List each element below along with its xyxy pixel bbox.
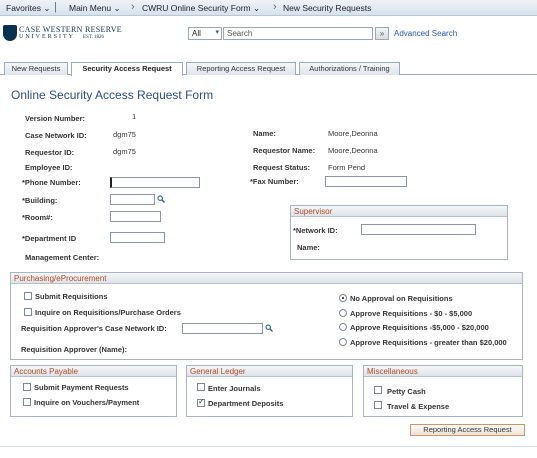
logo-text: UNIVERSITY <box>19 34 75 40</box>
chevron-down-icon: ⌄ <box>43 3 51 13</box>
search-icon[interactable] <box>265 324 273 332</box>
requestor-name-value: Moore,Deonna <box>328 146 378 155</box>
request-status-value: Form Pend <box>328 163 366 172</box>
submit-requisitions-label: Submit Requisitions <box>35 292 108 301</box>
approver-name-label: Requisition Approver (Name): <box>21 345 127 354</box>
search-scope-select[interactable]: All ▾ <box>188 27 222 40</box>
fax-number-input[interactable] <box>325 176 407 187</box>
tab-security-access-request[interactable]: Security Access Request <box>71 62 183 76</box>
submit-requisitions-checkbox[interactable] <box>24 292 32 300</box>
petty-cash-label: Petty Cash <box>387 387 426 396</box>
version-label: Version Number: <box>25 114 86 123</box>
page-title: Online Security Access Request Form <box>11 88 214 102</box>
request-status-label: Request Status: <box>253 163 311 172</box>
search-input[interactable]: Search <box>223 27 373 40</box>
favorites-menu[interactable]: Favorites ⌄ <box>6 3 50 14</box>
chevron-down-icon: ⌄ <box>113 3 121 13</box>
requestor-id-value: dgm75 <box>113 147 136 156</box>
case-network-id-value: dgm75 <box>113 130 136 139</box>
name-value: Moore,Deonna <box>328 129 378 138</box>
radio-approve-0-5000[interactable] <box>339 309 347 317</box>
submit-payment-requests-label: Submit Payment Requests <box>34 383 129 392</box>
logo-text: EST. 1826 <box>83 35 105 40</box>
radio-approve-over-20000[interactable] <box>339 338 347 346</box>
radio-approve-5000-20000[interactable] <box>339 323 347 331</box>
chevron-down-icon: ⌄ <box>253 3 261 13</box>
phone-number-label: *Phone Number: <box>22 178 81 187</box>
breadcrumb-arrow-icon: › <box>273 1 277 13</box>
chevron-down-icon: ▾ <box>215 29 219 36</box>
accounts-payable-header: Accounts Payable <box>11 366 176 377</box>
advanced-search-link[interactable]: Advanced Search <box>394 29 457 38</box>
radio-approve-5000-20000-label: Approve Requisitions -$5,000 - $20,000 <box>350 323 489 332</box>
building-input[interactable] <box>110 194 155 205</box>
reporting-access-request-button[interactable]: Reporting Access Request <box>410 424 525 436</box>
room-input[interactable] <box>110 211 161 222</box>
search-icon[interactable] <box>157 195 165 203</box>
footer-divider <box>0 446 537 447</box>
breadcrumb-label: CWRU Online Security Form <box>142 3 251 13</box>
building-label: *Building: <box>22 196 58 205</box>
supervisor-network-id-label: *Network ID: <box>293 226 338 235</box>
radio-no-approval[interactable] <box>339 294 347 302</box>
submit-payment-requests-checkbox[interactable] <box>23 383 31 391</box>
main-menu[interactable]: Main Menu ⌄ <box>69 3 121 14</box>
search-go-button[interactable]: » <box>375 27 389 40</box>
inquire-requisitions-checkbox[interactable] <box>24 308 32 316</box>
case-network-id-label: Case Network ID: <box>25 131 87 140</box>
department-id-input[interactable] <box>110 232 165 243</box>
travel-expense-checkbox[interactable] <box>374 401 382 409</box>
main-menu-label: Main Menu <box>69 3 112 13</box>
inquire-vouchers-label: Inquire on Vouchers/Payment <box>34 398 140 407</box>
enter-journals-label: Enter Journals <box>208 384 261 393</box>
seal-icon <box>3 25 17 41</box>
phone-number-input[interactable] <box>110 177 200 188</box>
favorites-label: Favorites <box>6 3 41 13</box>
miscellaneous-header: Miscellaneous <box>364 366 522 377</box>
management-center-label: Management Center: <box>25 253 100 262</box>
name-label: Name: <box>253 129 276 138</box>
approver-id-input[interactable] <box>182 323 263 334</box>
enter-journals-checkbox[interactable] <box>197 383 205 391</box>
breadcrumb-new-security-requests[interactable]: New Security Requests <box>283 3 371 13</box>
department-deposits-checkbox[interactable] <box>197 397 205 407</box>
inquire-requisitions-label: Inquire on Requisitions/Purchase Orders <box>35 308 181 317</box>
department-id-label: *Department ID <box>22 234 77 243</box>
top-nav-bar: Favorites ⌄ | Main Menu ⌄ › CWRU Online … <box>0 0 537 16</box>
supervisor-name-label: Name: <box>297 243 320 252</box>
purchasing-header: Purchasing/eProcurement <box>11 273 522 284</box>
separator-icon: | <box>54 1 57 13</box>
general-ledger-header: General Ledger <box>187 366 352 377</box>
supervisor-header: Supervisor <box>291 206 507 217</box>
inquire-vouchers-checkbox[interactable] <box>23 398 31 406</box>
requestor-id-label: Requestor ID: <box>25 148 75 157</box>
department-deposits-label: Department Deposits <box>208 399 284 408</box>
radio-approve-over-20000-label: Approve Requisitions - greater than $20,… <box>350 338 507 347</box>
fax-number-label: *Fax Number: <box>250 177 299 186</box>
employee-id-label: Employee ID: <box>25 163 73 172</box>
tab-new-requests[interactable]: New Requests <box>4 62 68 75</box>
radio-no-approval-label: No Approval on Requisitions <box>350 294 453 303</box>
tab-authorizations-training[interactable]: Authorizations / Training <box>299 62 400 75</box>
supervisor-network-id-input[interactable] <box>361 224 476 235</box>
tab-reporting-access-request[interactable]: Reporting Access Request <box>186 62 296 75</box>
requestor-name-label: Requestor Name: <box>253 146 316 155</box>
petty-cash-checkbox[interactable] <box>374 386 382 394</box>
radio-approve-0-5000-label: Approve Requisitions - $0 - $5,000 <box>350 309 473 318</box>
search-scope-value: All <box>192 29 201 38</box>
breadcrumb-arrow-icon: › <box>131 1 135 13</box>
logo-text: CASE WESTERN RESERVE <box>19 25 122 34</box>
approver-id-label: Requisition Approver's Case Network ID: <box>21 324 167 333</box>
breadcrumb-security-form[interactable]: CWRU Online Security Form ⌄ <box>142 3 260 14</box>
university-logo: CASE WESTERN RESERVE UNIVERSITY EST. 182… <box>3 24 122 44</box>
version-value: 1 <box>132 112 137 121</box>
travel-expense-label: Travel & Expense <box>387 402 450 411</box>
room-label: *Room#: <box>22 213 53 222</box>
